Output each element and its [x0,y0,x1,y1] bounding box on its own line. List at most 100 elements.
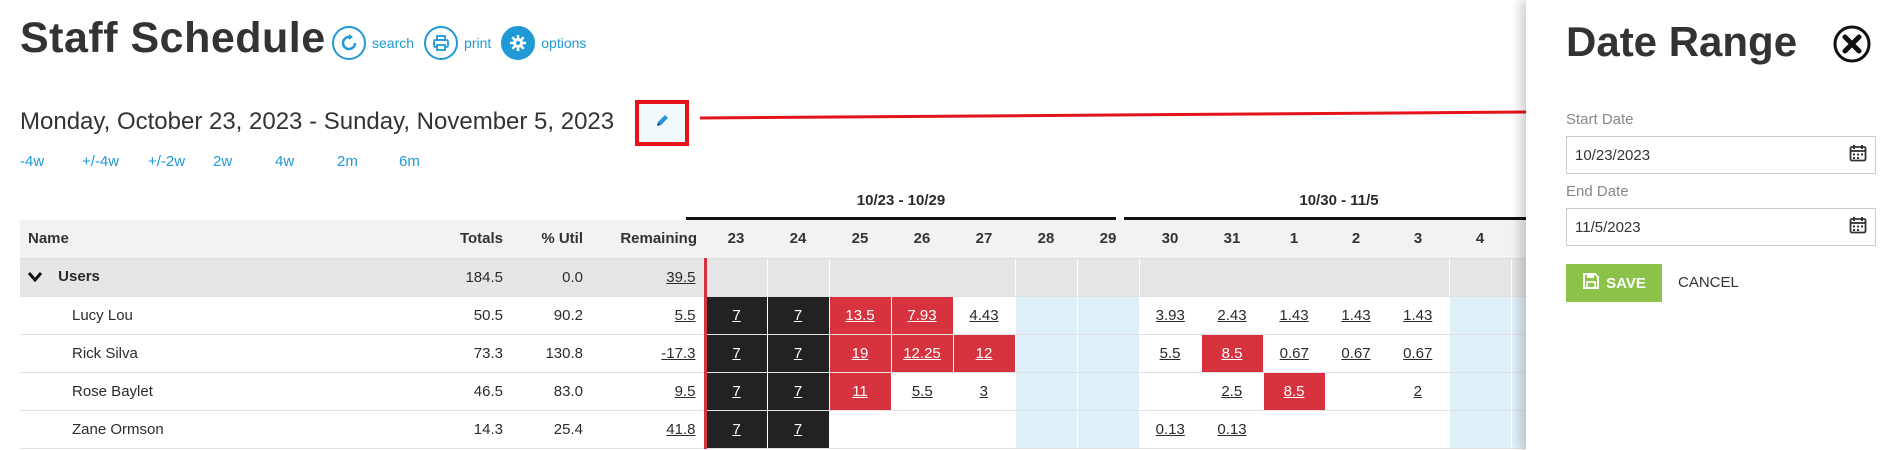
calendar-icon[interactable] [1849,144,1867,166]
day-value[interactable]: 1.43 [1341,307,1370,324]
day-value[interactable]: 8.5 [1222,345,1243,362]
day-value[interactable]: 0.13 [1217,421,1246,438]
day-value[interactable]: 7 [732,383,740,400]
day-cell [1139,258,1201,297]
col-day: 4 [1449,220,1511,259]
day-cell [1325,372,1387,411]
options-label: options [541,35,587,51]
col-totals[interactable]: Totals [395,220,511,259]
day-value[interactable]: 5.5 [912,383,933,400]
col-name[interactable]: Name [20,220,395,259]
quick-link-4w[interactable]: 4w [275,153,337,170]
search-button[interactable]: search [332,26,414,60]
day-value[interactable]: 1.43 [1403,307,1432,324]
col-util[interactable]: % Util [511,220,591,259]
panel-title: Date Range [1566,18,1798,65]
day-cell [1263,258,1325,297]
quick-link-6m[interactable]: 6m [399,153,439,170]
group-totals: 184.5 [395,258,511,297]
col-day: 25 [829,220,891,259]
calendar-icon[interactable] [1849,216,1867,238]
day-value[interactable]: 2 [1414,383,1422,400]
day-value[interactable]: 7 [794,383,802,400]
quick-link-2m[interactable]: 2m [337,153,399,170]
day-cell [829,410,891,449]
start-date-value: 10/23/2023 [1575,146,1651,164]
col-remaining[interactable]: Remaining [591,220,705,259]
day-value[interactable]: 0.67 [1403,345,1432,362]
day-value[interactable]: 13.5 [845,307,874,324]
col-day: 23 [705,220,767,259]
end-date-field[interactable]: 11/5/2023 [1566,208,1876,246]
user-remaining[interactable]: -17.3 [661,345,695,362]
end-date-label: End Date [1566,183,1629,200]
day-value[interactable]: 12 [976,345,993,362]
day-value[interactable]: 1.43 [1279,307,1308,324]
day-cell [1448,372,1512,411]
user-remaining[interactable]: 41.8 [666,421,695,438]
day-value[interactable]: 2.43 [1217,307,1246,324]
day-cell [1076,410,1140,449]
user-totals: 14.3 [395,410,511,449]
day-value[interactable]: 3 [980,383,988,400]
day-value[interactable]: 8.5 [1284,383,1305,400]
day-value[interactable]: 11 [852,383,868,400]
table-row: Zane Ormson 14.3 25.4 41.8 7 7 0.13 0.13 [20,410,1574,449]
day-value[interactable]: 2.5 [1221,383,1242,400]
user-remaining[interactable]: 9.5 [675,383,696,400]
day-cell [1325,410,1387,449]
options-button[interactable]: options [501,26,586,60]
day-cell [1014,410,1078,449]
day-value[interactable]: 7.93 [907,307,936,324]
user-remaining[interactable]: 5.5 [675,307,696,324]
day-value[interactable]: 7 [732,307,740,324]
cancel-button[interactable]: CANCEL [1678,264,1739,302]
start-date-label: Start Date [1566,111,1634,128]
col-day: 28 [1015,220,1077,259]
day-cell [766,258,830,297]
day-value[interactable]: 0.13 [1156,421,1185,438]
chevron-down-icon[interactable] [27,269,43,286]
day-value[interactable]: 7 [794,345,802,362]
quick-link-2w[interactable]: 2w [213,153,275,170]
edit-date-range-button[interactable] [635,100,689,146]
user-name: Rick Silva [20,334,395,373]
day-cell [1014,334,1078,373]
close-panel-button[interactable] [1832,24,1872,64]
table-row: Rose Baylet 46.5 83.0 9.5 7 7 11 5.5 3 2… [20,372,1574,411]
day-value[interactable]: 7 [794,421,802,438]
user-name: Lucy Lou [20,296,395,335]
day-value[interactable]: 5.5 [1160,345,1181,362]
day-value[interactable]: 0.67 [1341,345,1370,362]
save-button[interactable]: SAVE [1566,264,1662,302]
user-util: 90.2 [511,296,591,335]
quick-link-plusminus-4w[interactable]: +/-4w [82,153,148,170]
table-row: Lucy Lou 50.5 90.2 5.5 7 7 13.5 7.93 4.4… [20,296,1574,335]
day-value[interactable]: 19 [852,345,869,362]
day-cell [1448,258,1512,297]
page-title: Staff Schedule [20,14,326,62]
quick-link-minus-4w[interactable]: -4w [20,153,82,170]
user-totals: 73.3 [395,334,511,373]
toolbar: search print options [332,26,596,60]
day-cell [891,410,953,449]
day-value[interactable]: 4.43 [969,307,998,324]
pencil-icon [654,113,670,134]
day-value[interactable]: 0.67 [1280,345,1309,362]
day-value[interactable]: 7 [794,307,802,324]
user-totals: 50.5 [395,296,511,335]
print-button[interactable]: print [424,26,491,60]
start-date-field[interactable]: 10/23/2023 [1566,136,1876,174]
day-value[interactable]: 7 [732,421,740,438]
user-name: Rose Baylet [20,372,395,411]
group-row-users[interactable]: Users 184.5 0.0 39.5 [20,258,1574,297]
group-remaining[interactable]: 39.5 [666,269,695,286]
day-value[interactable]: 3.93 [1156,307,1185,324]
day-value[interactable]: 7 [732,345,740,362]
print-label: print [464,35,492,51]
col-day: 26 [891,220,953,259]
day-value[interactable]: 12.25 [903,345,941,362]
close-icon [1832,25,1872,68]
quick-link-plusminus-2w[interactable]: +/-2w [148,153,213,170]
day-cell [1014,296,1078,335]
